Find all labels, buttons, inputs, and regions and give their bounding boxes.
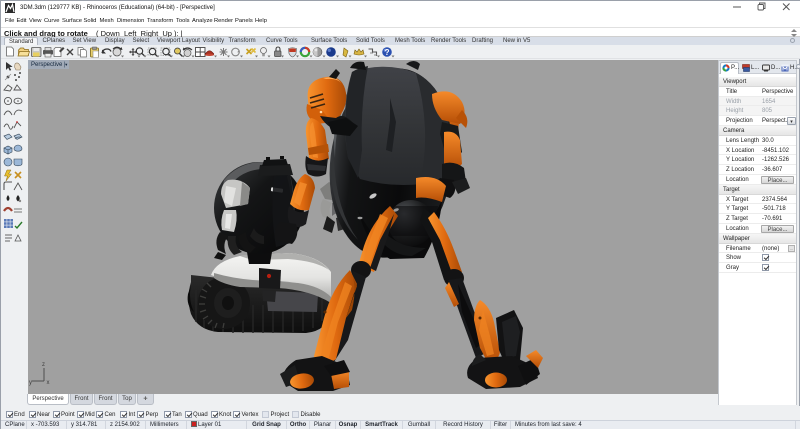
svg-text:z: z: [42, 362, 45, 368]
svg-text:x: x: [47, 380, 50, 386]
svg-text:?: ?: [385, 48, 390, 57]
svg-text:y: y: [29, 380, 32, 386]
